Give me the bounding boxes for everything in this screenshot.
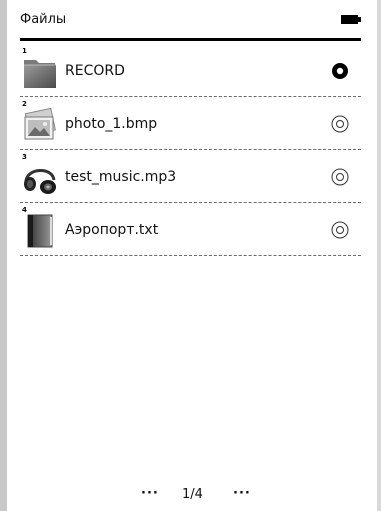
file-name: RECORD — [65, 63, 125, 79]
list-item[interactable]: 3 test_music.mp3 — [20, 150, 361, 203]
file-name: photo_1.bmp — [65, 116, 158, 132]
next-page-button[interactable]: ··· — [233, 486, 251, 501]
image-icon — [22, 107, 58, 143]
file-name: test_music.mp3 — [65, 169, 177, 185]
folder-icon — [22, 54, 58, 90]
list-item[interactable]: 2 photo_1.bmp — [20, 97, 361, 150]
book-icon — [22, 213, 58, 249]
battery-full-icon — [341, 15, 361, 24]
pagination: ··· 1/4 ··· — [0, 486, 381, 507]
list-item[interactable]: 1 RECORD — [20, 44, 361, 97]
previous-page-button[interactable]: ··· — [141, 486, 159, 501]
list-item[interactable]: 4 Аэропорт.txt — [20, 203, 361, 256]
page-title: Файлы — [20, 12, 67, 27]
file-list: 1 RECORD 2 photo_1.bmp 3 test_music.mp3 … — [20, 44, 361, 256]
radio-selected-icon[interactable] — [331, 62, 349, 80]
page-indicator: 1/4 — [182, 487, 203, 502]
headphones-icon — [22, 160, 58, 196]
radio-unselected-icon[interactable] — [331, 115, 349, 133]
header-bar: Файлы — [20, 10, 361, 40]
file-name: Аэропорт.txt — [65, 222, 159, 238]
radio-unselected-icon[interactable] — [331, 221, 349, 239]
radio-unselected-icon[interactable] — [331, 168, 349, 186]
header-divider — [20, 38, 361, 41]
